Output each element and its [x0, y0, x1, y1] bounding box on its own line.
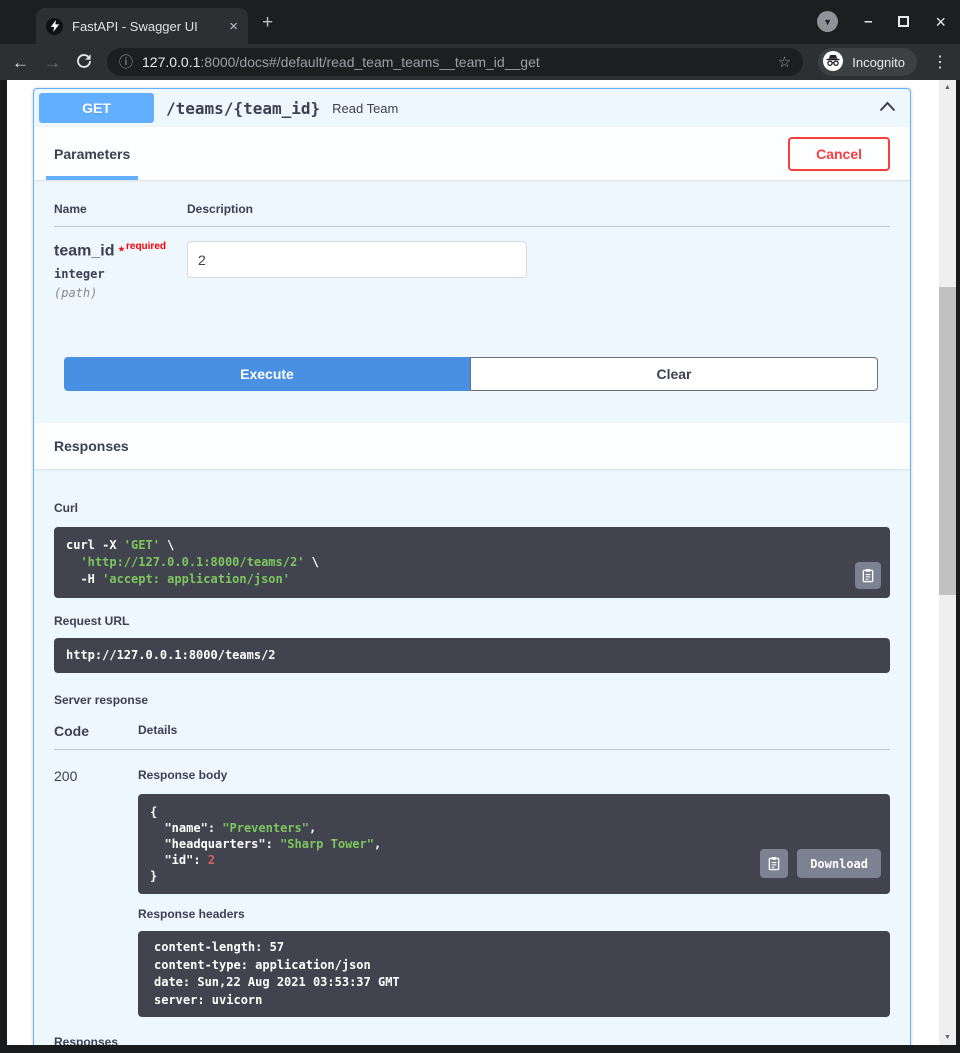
parameters-header: Parameters Cancel [34, 127, 910, 180]
column-name: Name [54, 202, 187, 216]
tab-title: FastAPI - Swagger UI [72, 19, 220, 34]
responses-section-header: Responses [34, 423, 910, 469]
scroll-up-icon[interactable]: ▲ [939, 80, 956, 95]
scroll-down-icon[interactable]: ▼ [939, 1030, 956, 1045]
download-button[interactable]: Download [797, 849, 881, 878]
close-tab-icon[interactable]: × [229, 19, 238, 34]
parameter-name: team_id *required [54, 241, 187, 260]
responses-section-title: Responses [54, 438, 129, 454]
incognito-icon [822, 50, 844, 75]
fastapi-favicon-icon [46, 18, 63, 35]
response-body-block: { "name": "Preventers", "headquarters": … [138, 794, 890, 895]
parameter-row: team_id *required integer (path) [54, 227, 890, 300]
team-id-input[interactable] [187, 241, 527, 278]
reload-button[interactable] [76, 53, 92, 72]
browser-menu-icon[interactable]: ⋮ [932, 52, 948, 72]
server-response-table-header: Code Details [54, 723, 890, 750]
response-body-label: Response body [138, 768, 890, 782]
curl-codeblock: curl -X 'GET' \ 'http://127.0.0.1:8000/t… [54, 527, 890, 597]
incognito-badge: Incognito [818, 48, 917, 76]
required-star: * [119, 243, 124, 258]
browser-tab[interactable]: FastAPI - Swagger UI × [36, 8, 248, 44]
copy-response-button[interactable] [760, 849, 788, 878]
back-button[interactable]: ← [12, 54, 29, 71]
method-badge: GET [39, 93, 154, 123]
status-code: 200 [54, 768, 138, 1018]
incognito-label: Incognito [852, 55, 905, 70]
browser-titlebar: FastAPI - Swagger UI × + ▼ – × [0, 0, 960, 44]
new-tab-button[interactable]: + [262, 13, 273, 32]
browser-toolbar: ← → ⓘ 127.0.0.1:8000/docs#/default/read_… [0, 44, 960, 80]
column-details: Details [138, 723, 177, 739]
forward-button[interactable]: → [44, 54, 61, 71]
required-label: required [126, 241, 166, 252]
scrollbar-thumb[interactable] [939, 287, 956, 595]
server-response-row: 200 Response body { "name": "Preventers"… [54, 750, 890, 1018]
copy-curl-button[interactable] [855, 562, 881, 589]
minimize-button[interactable]: – [864, 14, 872, 29]
curl-label: Curl [54, 501, 890, 515]
response-headers-block: content-length: 57 content-type: applica… [138, 931, 890, 1017]
column-description: Description [187, 202, 253, 216]
site-info-icon[interactable]: ⓘ [119, 52, 133, 72]
column-code: Code [54, 723, 138, 739]
collapse-chevron-icon[interactable] [879, 99, 896, 117]
operation-path: /teams/{team_id} [166, 99, 320, 118]
parameter-type: integer [54, 267, 187, 281]
tab-search-icon[interactable]: ▼ [817, 11, 838, 32]
parameter-location: (path) [54, 286, 187, 300]
bookmark-star-icon[interactable]: ☆ [778, 53, 791, 71]
swagger-page: GET /teams/{team_id} Read Team Parameter… [7, 80, 956, 1045]
page-scrollbar[interactable]: ▲ ▼ [939, 80, 956, 1045]
documented-responses-title: Responses [54, 1035, 890, 1045]
operation-summary[interactable]: GET /teams/{team_id} Read Team [34, 89, 910, 127]
operation-summary-text: Read Team [332, 101, 879, 116]
cancel-button[interactable]: Cancel [788, 137, 890, 171]
response-headers-label: Response headers [138, 907, 890, 921]
tab-parameters[interactable]: Parameters [54, 146, 130, 162]
parameters-tab-underline [46, 176, 138, 180]
request-url-block: http://127.0.0.1:8000/teams/2 [54, 638, 890, 673]
clear-button[interactable]: Clear [470, 357, 878, 391]
request-url-label: Request URL [54, 614, 890, 628]
parameters-table-header: Name Description [54, 180, 890, 227]
maximize-button[interactable] [898, 16, 909, 27]
execute-button[interactable]: Execute [64, 357, 470, 391]
opblock-get-teams: GET /teams/{team_id} Read Team Parameter… [33, 88, 911, 1045]
address-bar[interactable]: ⓘ 127.0.0.1:8000/docs#/default/read_team… [107, 48, 803, 76]
url-text: 127.0.0.1:8000/docs#/default/read_team_t… [142, 54, 540, 70]
server-response-label: Server response [54, 693, 890, 707]
close-window-button[interactable]: × [935, 13, 946, 31]
